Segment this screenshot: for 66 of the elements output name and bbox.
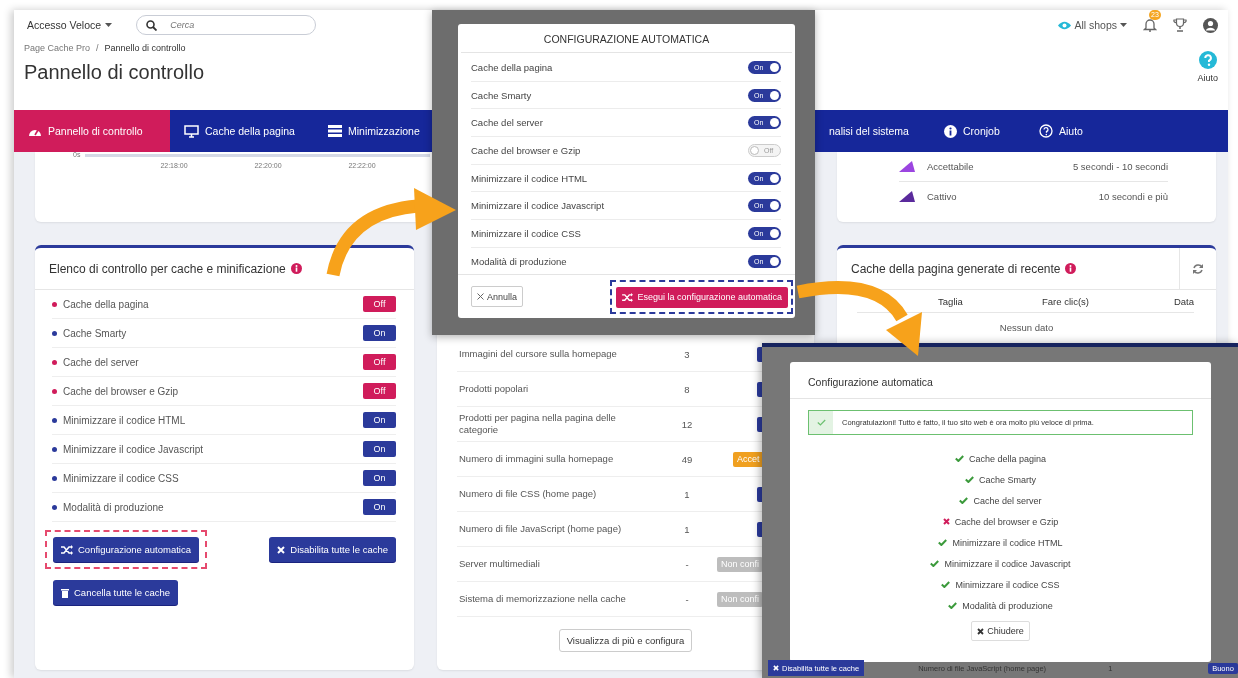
check-value: 1 — [683, 488, 691, 500]
checklist-label: Cache della pagina — [63, 298, 150, 310]
setting-label: Cache del browser e Gzip — [471, 144, 582, 156]
setting-label: Cache del server — [471, 117, 544, 129]
status-badge: Off — [363, 354, 396, 370]
status-badge: Accet — [733, 451, 764, 467]
check-value: - — [684, 558, 690, 570]
setting-label: Minimizzare il codice HTML — [471, 172, 589, 184]
check-label: Prodotti popolari — [459, 383, 530, 395]
speed-label: Cattivo — [927, 191, 958, 202]
status-badge: On — [363, 412, 396, 428]
result-label: Cache della pagina — [968, 453, 1047, 464]
check-value: 12 — [680, 418, 694, 430]
status-badge: Off — [363, 296, 396, 312]
checklist-label: Minimizzare il codice Javascript — [63, 443, 205, 455]
breadcrumb-current: Pannello di controllo — [104, 43, 186, 53]
column-header: Data — [1172, 295, 1194, 307]
checklist-label: Minimizzare il codice HTML — [63, 414, 187, 426]
result-label: Cache del server — [973, 495, 1042, 506]
setting-label: Minimizzare il codice Javascript — [471, 200, 606, 212]
setting-label: Minimizzare il codice CSS — [471, 227, 582, 239]
checklist-label: Modalità di produzione — [63, 501, 165, 513]
status-badge: On — [363, 499, 396, 515]
card-title: Cache della pagina generate di recente — [851, 261, 1061, 276]
status-badge: On — [363, 441, 396, 457]
modal-title: Configurazione automatica — [790, 362, 1211, 399]
setting-label: Modalità di produzione — [471, 255, 568, 267]
status-badge: Non confi — [717, 556, 764, 572]
card-title: Elenco di controllo per cache e minificazione — [49, 261, 286, 276]
modal-title: CONFIGURAZIONE AUTOMATICA — [461, 24, 792, 53]
column-header: Fare clic(s) — [1041, 295, 1090, 307]
page-title: Pannello di controllo — [24, 61, 205, 84]
checklist-label: Cache del server — [63, 356, 140, 368]
check-value: 49 — [680, 453, 694, 465]
check-value: 1 — [683, 523, 691, 535]
result-label: Minimizzare il codice Javascript — [944, 558, 1071, 569]
result-label: Cache Smarty — [979, 474, 1036, 485]
empty-message: Nessun dato — [998, 321, 1055, 333]
check-label: Numero di immagini sulla homepage — [459, 453, 615, 465]
check-label: Immagini del cursore sulla homepage — [459, 348, 618, 360]
speed-range: 5 secondi - 10 secondi — [1072, 161, 1168, 172]
check-value: 3 — [683, 348, 691, 360]
column-header: Taglia — [937, 295, 964, 307]
checklist-label: Cache del browser e Gzip — [63, 385, 180, 397]
speed-range: 10 secondi e più — [1098, 191, 1168, 202]
check-value: 8 — [683, 383, 691, 395]
speed-label: Accettabile — [927, 161, 975, 172]
result-label: Minimizzare il codice HTML — [952, 537, 1063, 548]
status-badge: On — [363, 470, 396, 486]
result-label: Cache del browser e Gzip — [954, 516, 1059, 527]
checklist-label: Cache Smarty — [63, 327, 128, 339]
check-value: - — [684, 593, 690, 605]
setting-label: Cache della pagina — [471, 61, 554, 73]
result-label: Modalità di produzione — [962, 600, 1053, 611]
check-label: Numero di file JavaScript (home page) — [459, 523, 623, 535]
checklist-label: Minimizzare il codice CSS — [63, 472, 180, 484]
setting-label: Cache Smarty — [471, 89, 533, 101]
check-label: Prodotti per pagina nella pagina delle categorie — [459, 412, 617, 436]
check-label: Server multimediali — [459, 558, 541, 570]
status-badge: Non confi — [717, 591, 764, 607]
status-badge: Off — [363, 383, 396, 399]
check-label: Numero di file CSS (home page) — [459, 488, 598, 500]
result-label: Minimizzare il codice CSS — [955, 579, 1060, 590]
check-label: Sistema di memorizzazione nella cache — [459, 593, 627, 605]
breadcrumb-separator: / — [96, 43, 99, 53]
status-badge: On — [363, 325, 396, 341]
